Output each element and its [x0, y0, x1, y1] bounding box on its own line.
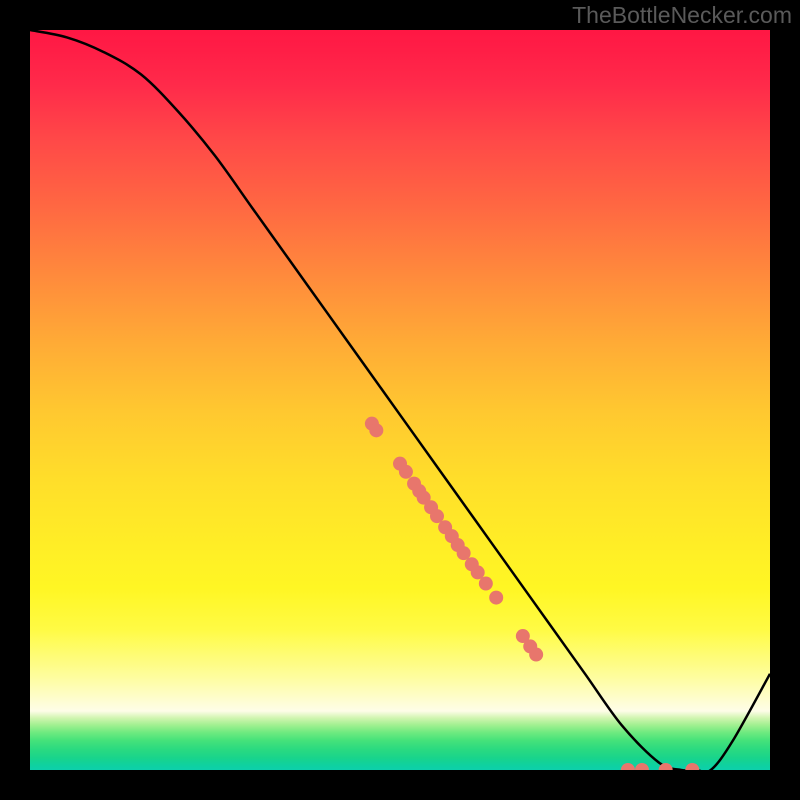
- chart-svg: [30, 30, 770, 770]
- scatter-dot: [635, 763, 649, 770]
- scatter-dot: [685, 763, 699, 770]
- scatter-dots: [365, 417, 699, 770]
- scatter-dot: [621, 763, 635, 770]
- watermark-text: TheBottleNecker.com: [572, 2, 792, 29]
- scatter-dot: [479, 577, 493, 591]
- chart-plot-area: [30, 30, 770, 770]
- curve-line: [30, 30, 770, 770]
- scatter-dot: [369, 423, 383, 437]
- scatter-dot: [399, 465, 413, 479]
- scatter-dot: [489, 591, 503, 605]
- scatter-dot: [529, 648, 543, 662]
